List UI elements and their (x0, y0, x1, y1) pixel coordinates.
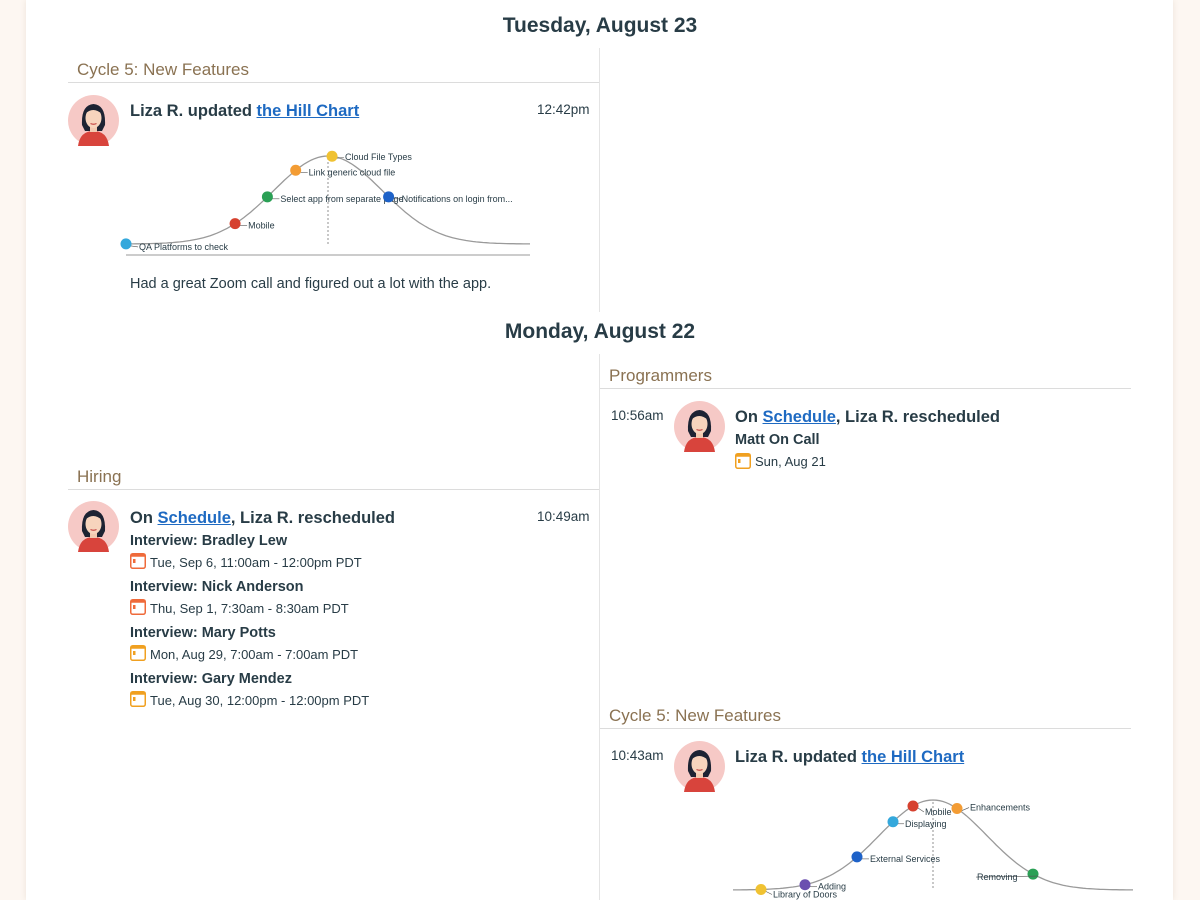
hill-dot[interactable] (120, 238, 132, 250)
hill-label-tick (130, 245, 139, 248)
hill-label: Mobile (925, 807, 952, 817)
event-title[interactable]: Interview: Mary Potts (130, 625, 276, 641)
event-title[interactable]: Interview: Bradley Lew (130, 533, 287, 549)
avatar[interactable] (68, 95, 119, 146)
event-title[interactable]: Matt On Call (735, 432, 820, 448)
activity-time[interactable]: 10:43am (611, 748, 664, 763)
activity-time[interactable]: 10:49am (537, 509, 590, 524)
hill-label: Adding (818, 882, 846, 892)
hill-label: Enhancements (970, 803, 1031, 813)
hill-dot[interactable] (907, 800, 919, 812)
hill-dot[interactable] (229, 218, 241, 230)
avatar[interactable] (68, 501, 119, 552)
hill-dot[interactable] (326, 150, 338, 162)
activity-headline: Liza R. updated the Hill Chart (130, 102, 359, 121)
hill-dot[interactable] (1027, 868, 1039, 880)
hill-dot[interactable] (755, 883, 767, 895)
activity-verb: updated (187, 102, 252, 120)
hill-label: Mobile (248, 221, 275, 231)
activity-time[interactable]: 10:56am (611, 408, 664, 423)
hill-dot[interactable] (851, 851, 863, 863)
event-date: Tue, Sep 6, 11:00am - 12:00pm PDT (150, 555, 362, 570)
hill-label-tick (961, 807, 970, 811)
hill-chart-link[interactable]: the Hill Chart (257, 102, 360, 120)
avatar[interactable] (674, 401, 725, 452)
activity-headline: On Schedule, Liza R. rescheduled (130, 509, 395, 528)
bucket-title-programmers[interactable]: Programmers (609, 366, 712, 386)
headline-prefix: On (130, 509, 153, 527)
hill-label: Displaying (905, 819, 947, 829)
hill-dot[interactable] (799, 879, 811, 891)
event-date: Thu, Sep 1, 7:30am - 8:30am PDT (150, 601, 349, 616)
hill-label-tick (765, 891, 773, 895)
calendar-icon (130, 645, 146, 661)
hill-dot[interactable] (383, 191, 395, 203)
hill-dot[interactable] (887, 816, 899, 828)
bucket-title-cycle5[interactable]: Cycle 5: New Features (609, 706, 781, 726)
bucket-divider (600, 728, 1131, 729)
bucket-divider (68, 489, 599, 490)
schedule-link[interactable]: Schedule (763, 408, 836, 426)
bucket-divider (68, 82, 599, 83)
event-date: Mon, Aug 29, 7:00am - 7:00am PDT (150, 647, 359, 662)
event-title[interactable]: Interview: Nick Anderson (130, 579, 304, 595)
hill-dot[interactable] (290, 164, 302, 176)
activity-verb: updated (792, 748, 857, 766)
calendar-icon (130, 599, 146, 615)
bucket-divider (600, 388, 1131, 389)
hill-label: Notifications on login from... (402, 194, 513, 204)
day-heading: Monday, August 22 (504, 320, 696, 343)
activity-headline: Liza R. updated the Hill Chart (735, 748, 964, 767)
calendar-icon (130, 691, 146, 707)
event-date: Sun, Aug 21 (755, 454, 826, 469)
headline-suffix: , Liza R. rescheduled (835, 408, 1001, 426)
avatar[interactable] (674, 741, 725, 792)
hill-dot[interactable] (261, 191, 273, 203)
hill-label-tick (917, 807, 925, 813)
column-divider (599, 48, 600, 312)
day-heading: Tuesday, August 23 (502, 14, 698, 37)
bucket-title-hiring[interactable]: Hiring (77, 467, 121, 487)
event-date: Tue, Aug 30, 12:00pm - 12:00pm PDT (150, 693, 370, 708)
schedule-link[interactable]: Schedule (158, 509, 231, 527)
headline-suffix: , Liza R. rescheduled (230, 509, 396, 527)
actor-name: Liza R. (130, 102, 184, 120)
actor-name: Liza R. (735, 748, 789, 766)
activity-time[interactable]: 12:42pm (537, 102, 590, 117)
hill-chart[interactable]: Library of DoorsAddingExternal ServicesD… (725, 784, 1140, 900)
activity-note: Had a great Zoom call and figured out a … (130, 276, 492, 292)
hill-label: Removing (977, 872, 1018, 882)
column-divider (599, 354, 600, 900)
activity-headline: On Schedule, Liza R. rescheduled (735, 408, 1000, 427)
hill-label: QA Platforms to check (139, 242, 229, 252)
hill-label: Link generic cloud file (309, 167, 396, 177)
calendar-icon (735, 453, 751, 469)
hill-dot[interactable] (951, 803, 963, 815)
calendar-icon (130, 553, 146, 569)
bucket-title-cycle5[interactable]: Cycle 5: New Features (77, 60, 249, 80)
hill-label: Cloud File Types (345, 152, 412, 162)
hill-chart[interactable]: QA Platforms to checkMobileSelect app fr… (115, 140, 535, 262)
headline-prefix: On (735, 408, 758, 426)
event-title[interactable]: Interview: Gary Mendez (130, 671, 292, 687)
hill-chart-link[interactable]: the Hill Chart (862, 748, 965, 766)
hill-label: External Services (870, 854, 941, 864)
